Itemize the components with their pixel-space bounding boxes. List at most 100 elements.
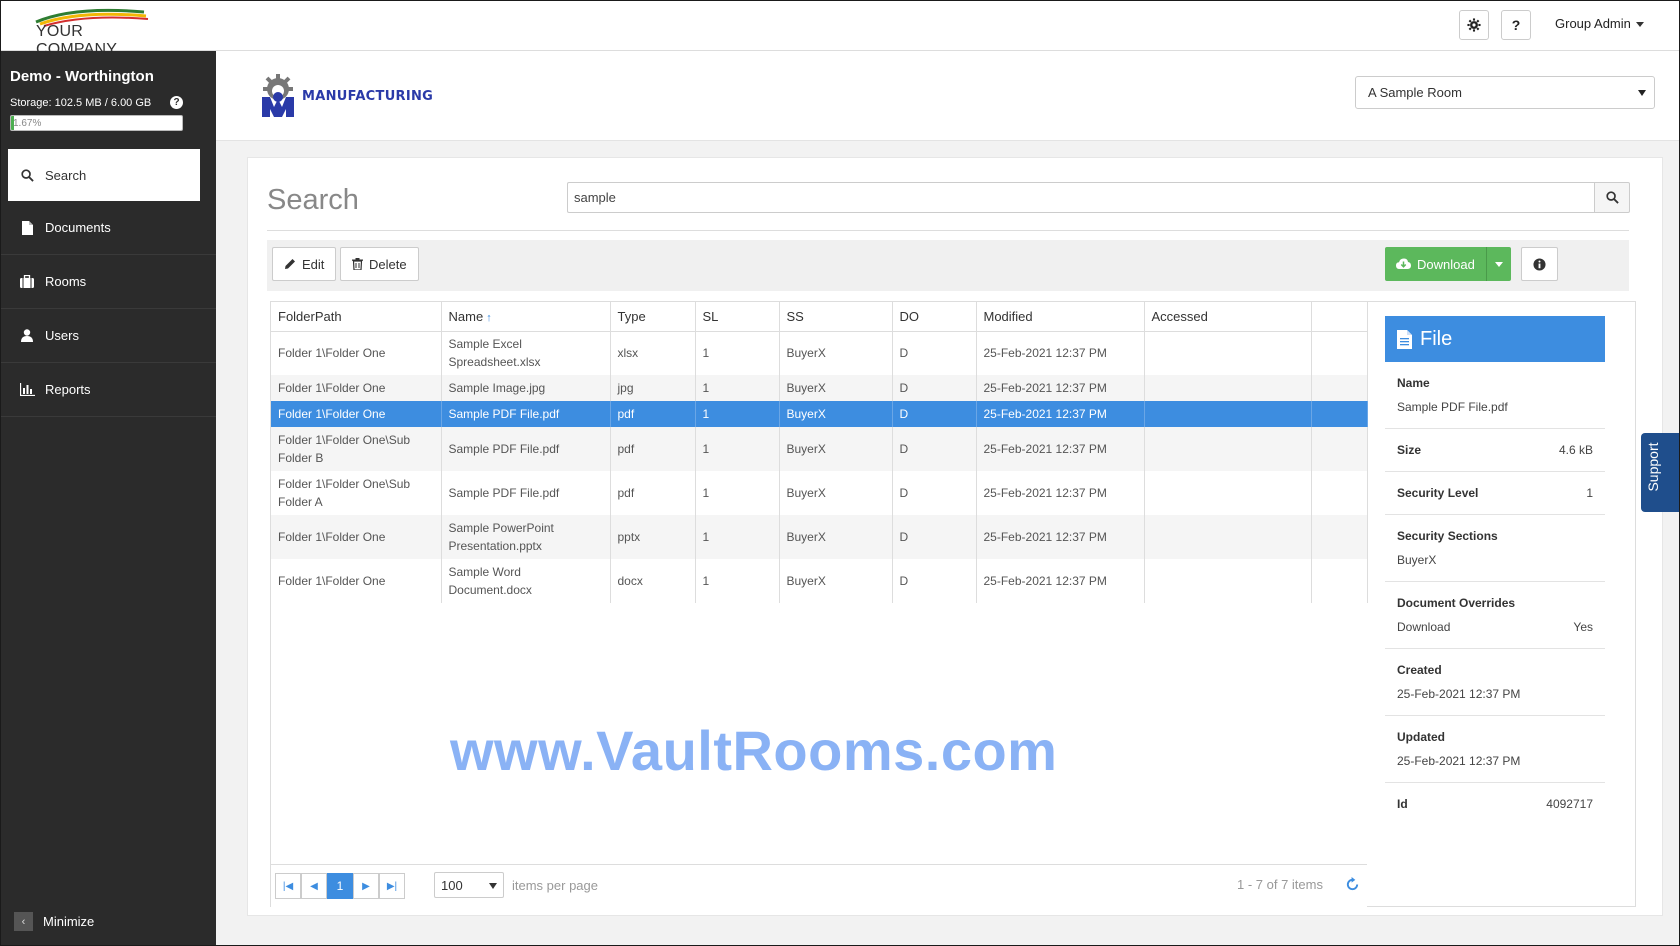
- details-title: File: [1420, 327, 1453, 350]
- cell-name: Sample PowerPoint Presentation.pptx: [441, 515, 611, 559]
- help-icon: ?: [1511, 17, 1521, 33]
- table-row[interactable]: Folder 1\Folder One Sample Excel Spreads…: [271, 331, 1368, 375]
- cell-sl: 1: [695, 559, 780, 603]
- watermark: www.VaultRooms.com: [450, 719, 1058, 782]
- column-header-type[interactable]: Type: [610, 302, 696, 332]
- minimize-button[interactable]: ‹ Minimize: [14, 912, 94, 931]
- sidebar-item-label: Reports: [45, 382, 91, 397]
- search-icon: [1605, 191, 1619, 204]
- info-button[interactable]: [1521, 247, 1558, 281]
- detail-id: Id 4092717: [1385, 783, 1605, 825]
- page-size-select[interactable]: 100: [434, 872, 504, 898]
- cell-sl: 1: [695, 331, 780, 375]
- top-bar: YOUR COMPANY ? Group Admin: [0, 0, 1680, 58]
- cell-sl: 1: [695, 401, 780, 427]
- user-menu[interactable]: Group Admin: [1555, 16, 1644, 31]
- settings-button[interactable]: [1459, 10, 1489, 40]
- company-logo[interactable]: YOUR COMPANY: [34, 8, 154, 58]
- chevron-down-icon: [489, 883, 497, 889]
- table-row[interactable]: Folder 1\Folder One Sample Word Document…: [271, 559, 1368, 603]
- cell-folderpath: Folder 1\Folder One\Sub Folder A: [271, 471, 442, 515]
- cell-sl: 1: [695, 427, 780, 471]
- download-options-toggle[interactable]: [1487, 247, 1511, 281]
- download-button[interactable]: Download: [1385, 247, 1487, 281]
- cell-folderpath: Folder 1\Folder One: [271, 515, 442, 559]
- sort-ascending-icon: ↑: [486, 311, 492, 324]
- cell-name: Sample PDF File.pdf: [441, 401, 611, 427]
- table-row[interactable]: Folder 1\Folder One Sample PowerPoint Pr…: [271, 515, 1368, 559]
- table-row[interactable]: Folder 1\Folder One\Sub Folder B Sample …: [271, 427, 1368, 471]
- cell-do: D: [892, 427, 977, 471]
- sidebar: Demo - Worthington Storage: 102.5 MB / 6…: [0, 51, 216, 946]
- column-header-do[interactable]: DO: [892, 302, 977, 332]
- chevron-down-icon: [1494, 261, 1503, 267]
- file-icon: [1397, 329, 1412, 349]
- cell-accessed: [1144, 515, 1312, 559]
- cell-ss: BuyerX: [779, 427, 893, 471]
- search-button[interactable]: [1594, 182, 1630, 213]
- column-header-ss[interactable]: SS: [779, 302, 893, 332]
- cell-do: D: [892, 331, 977, 375]
- detail-override-key: Download: [1397, 620, 1451, 634]
- column-header-sl[interactable]: SL: [695, 302, 780, 332]
- pencil-icon: [284, 258, 296, 270]
- cell-folderpath: Folder 1\Folder One: [271, 331, 442, 375]
- cell-do: D: [892, 375, 977, 401]
- room-select-value: A Sample Room: [1368, 85, 1462, 100]
- cell-name: Sample PDF File.pdf: [441, 471, 611, 515]
- sidebar-item-users[interactable]: Users: [0, 309, 216, 363]
- column-header-name[interactable]: Name ↑: [441, 302, 611, 332]
- cell-name: Sample Word Document.docx: [441, 559, 611, 603]
- detail-label: Security Sections: [1397, 529, 1498, 543]
- refresh-icon[interactable]: [1345, 877, 1360, 895]
- cell-ss: BuyerX: [779, 559, 893, 603]
- table-row[interactable]: Folder 1\Folder One Sample Image.jpg jpg…: [271, 375, 1368, 401]
- cell-modified: 25-Feb-2021 12:37 PM: [976, 559, 1145, 603]
- next-page-button[interactable]: ▶: [353, 873, 379, 899]
- edit-button[interactable]: Edit: [272, 247, 337, 281]
- table-row[interactable]: Folder 1\Folder One\Sub Folder A Sample …: [271, 471, 1368, 515]
- sidebar-item-rooms[interactable]: Rooms: [0, 255, 216, 309]
- cell-accessed: [1144, 375, 1312, 401]
- cell-ss: BuyerX: [779, 471, 893, 515]
- room-select[interactable]: A Sample Room: [1355, 76, 1655, 109]
- help-button[interactable]: ?: [1501, 10, 1531, 40]
- first-page-button[interactable]: |◀: [275, 873, 301, 899]
- prev-page-button[interactable]: ◀: [301, 873, 327, 899]
- cell-accessed: [1144, 559, 1312, 603]
- cell-modified: 25-Feb-2021 12:37 PM: [976, 401, 1145, 427]
- cell-sl: 1: [695, 471, 780, 515]
- main-content: MANUFACTURING A Sample Room Search Edit: [216, 51, 1680, 946]
- column-header-name-label: Name: [448, 308, 484, 324]
- page-number-button[interactable]: 1: [327, 873, 353, 899]
- delete-button[interactable]: Delete: [340, 247, 419, 281]
- page-title: Search: [267, 184, 359, 216]
- next-page-icon: ▶: [362, 880, 370, 892]
- last-page-button[interactable]: ▶|: [379, 873, 405, 899]
- cell-folderpath: Folder 1\Folder One: [271, 375, 442, 401]
- sidebar-item-documents[interactable]: Documents: [0, 201, 216, 255]
- last-page-icon: ▶|: [386, 880, 398, 892]
- support-tab[interactable]: Support: [1641, 433, 1680, 512]
- sidebar-item-search[interactable]: Search: [8, 149, 200, 201]
- storage-progress-bar: 1.67%: [10, 115, 183, 131]
- search-input[interactable]: [567, 182, 1598, 213]
- table-row-selected[interactable]: Folder 1\Folder One Sample PDF File.pdf …: [271, 401, 1368, 427]
- detail-label: Name: [1397, 376, 1430, 390]
- results-table: FolderPath Name ↑ Type SL SS DO Modified …: [271, 302, 1368, 603]
- storage-help-icon[interactable]: ?: [170, 96, 183, 109]
- sidebar-item-reports[interactable]: Reports: [0, 363, 216, 417]
- detail-security-sections: Security Sections BuyerX: [1385, 515, 1605, 582]
- detail-label: Document Overrides: [1397, 596, 1516, 610]
- column-header-modified[interactable]: Modified: [976, 302, 1145, 332]
- pager-info: 1 - 7 of 7 items: [1237, 877, 1323, 892]
- cell-ss: BuyerX: [779, 375, 893, 401]
- column-header-accessed[interactable]: Accessed: [1144, 302, 1312, 332]
- cell-do: D: [892, 401, 977, 427]
- user-menu-label: Group Admin: [1555, 16, 1631, 31]
- support-label: Support: [1645, 442, 1661, 492]
- cell-ss: BuyerX: [779, 401, 893, 427]
- column-header-folderpath[interactable]: FolderPath: [271, 302, 442, 332]
- cell-folderpath: Folder 1\Folder One: [271, 559, 442, 603]
- cell-modified: 25-Feb-2021 12:37 PM: [976, 515, 1145, 559]
